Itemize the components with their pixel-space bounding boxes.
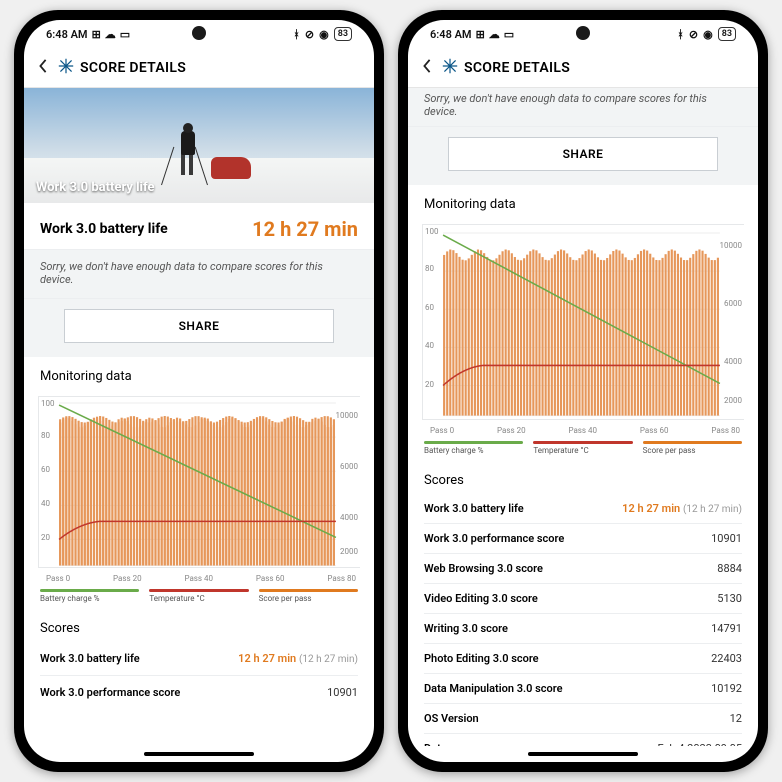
- content-area[interactable]: Sorry, we don't have enough data to comp…: [408, 88, 758, 746]
- back-icon[interactable]: [422, 58, 436, 77]
- scores-table-full: Work 3.0 battery life 12 h 27 min (12 h 2…: [408, 494, 758, 746]
- score-value: 10901: [327, 686, 358, 699]
- phone-left: 6:48 AM ⊞ ☁ ▭ ᚼ ⊘ ◉ 83 SCORE DETAILS: [14, 10, 384, 772]
- no-sim-icon: ⊘: [305, 28, 314, 41]
- share-section: SHARE: [408, 127, 758, 185]
- score-key: Work 3.0 performance score: [424, 532, 564, 545]
- wifi-icon: ◉: [319, 28, 329, 41]
- score-value: 22403: [711, 652, 742, 665]
- score-key: Work 3.0 battery life: [424, 502, 524, 515]
- score-key: OS Version: [424, 712, 479, 725]
- scores-heading: Scores: [408, 461, 758, 494]
- table-row: Web Browsing 3.0 score 8884: [424, 553, 742, 583]
- status-icon-card: ▭: [120, 28, 130, 41]
- score-value: 12 h 27 min (12 h 27 min): [622, 502, 742, 515]
- bluetooth-icon: ᚼ: [677, 28, 684, 41]
- table-row: Photo Editing 3.0 score 22403: [424, 643, 742, 673]
- score-key: Work 3.0 battery life: [40, 652, 140, 665]
- status-icon-cloud: ☁: [489, 28, 500, 41]
- hero-caption: Work 3.0 battery life: [36, 180, 155, 195]
- scores-table-short: Work 3.0 battery life 12 h 27 min (12 h 2…: [24, 642, 374, 709]
- status-time: 6:48 AM: [430, 28, 472, 41]
- titlebar: SCORE DETAILS: [408, 48, 758, 88]
- chart-x-labels: Pass 0 Pass 20 Pass 40 Pass 60 Pass 80: [24, 572, 374, 585]
- result-name: Work 3.0 battery life: [40, 221, 168, 237]
- result-value: 12 h 27 min: [252, 217, 358, 241]
- back-icon[interactable]: [38, 58, 52, 77]
- chart-svg: [39, 397, 360, 570]
- chart-svg: [423, 225, 744, 422]
- battery-indicator: 83: [718, 27, 736, 41]
- score-value: 8884: [717, 562, 742, 575]
- score-value: 12: [730, 712, 742, 725]
- score-bars: [59, 418, 335, 566]
- snowflake-icon: [58, 58, 74, 78]
- content-area[interactable]: Work 3.0 battery life Work 3.0 battery l…: [24, 88, 374, 746]
- score-value: 12 h 27 min (12 h 27 min): [238, 652, 358, 665]
- screen: 6:48 AM ⊞ ☁ ▭ ᚼ ⊘ ◉ 83 SCORE DETAILS Sor…: [408, 20, 758, 762]
- chart-legend: Battery charge % Temperature °C Score pe…: [24, 585, 374, 609]
- no-data-notice: Sorry, we don't have enough data to comp…: [408, 88, 758, 127]
- status-icon-cloud: ☁: [105, 28, 116, 41]
- battery-indicator: 83: [334, 27, 352, 41]
- table-row: DateFeb 4 2023 09:05: [424, 733, 742, 746]
- bluetooth-icon: ᚼ: [293, 28, 300, 41]
- titlebar: SCORE DETAILS: [24, 48, 374, 88]
- score-key: Data Manipulation 3.0 score: [424, 682, 563, 695]
- table-row: Work 3.0 performance score 10901: [424, 523, 742, 553]
- status-icon-chip: ⊞: [476, 28, 485, 41]
- score-key: Writing 3.0 score: [424, 622, 508, 635]
- no-data-notice: Sorry, we don't have enough data to comp…: [24, 249, 374, 299]
- score-key: Video Editing 3.0 score: [424, 592, 538, 605]
- score-key: Photo Editing 3.0 score: [424, 652, 539, 665]
- table-row: Data Manipulation 3.0 score 10192: [424, 673, 742, 703]
- table-row: Video Editing 3.0 score 5130: [424, 583, 742, 613]
- monitoring-chart: 100 80 60 40 20 10000 6000 4000 2000: [38, 396, 360, 568]
- score-value: 14791: [711, 622, 742, 635]
- score-value: 5130: [717, 592, 742, 605]
- status-time: 6:48 AM: [46, 28, 88, 41]
- table-row: Work 3.0 battery life 12 h 27 min (12 h 2…: [424, 494, 742, 523]
- nav-bar[interactable]: [24, 746, 374, 762]
- score-value: 10192: [711, 682, 742, 695]
- chart-x-labels: Pass 0 Pass 20 Pass 40 Pass 60 Pass 80: [408, 424, 758, 437]
- wifi-icon: ◉: [703, 28, 713, 41]
- status-icon-card: ▭: [504, 28, 514, 41]
- status-bar: 6:48 AM ⊞ ☁ ▭ ᚼ ⊘ ◉ 83: [24, 20, 374, 48]
- page-title: SCORE DETAILS: [80, 60, 186, 76]
- monitoring-heading: Monitoring data: [24, 357, 374, 390]
- hero-image: Work 3.0 battery life: [24, 88, 374, 203]
- score-value: 10901: [711, 532, 742, 545]
- screen: 6:48 AM ⊞ ☁ ▭ ᚼ ⊘ ◉ 83 SCORE DETAILS: [24, 20, 374, 762]
- table-row: Writing 3.0 score 14791: [424, 613, 742, 643]
- monitoring-heading: Monitoring data: [408, 185, 758, 218]
- status-bar: 6:48 AM ⊞ ☁ ▭ ᚼ ⊘ ◉ 83: [408, 20, 758, 48]
- page-title: SCORE DETAILS: [464, 60, 570, 76]
- share-button[interactable]: SHARE: [64, 309, 334, 343]
- score-key: Work 3.0 performance score: [40, 686, 180, 699]
- table-row: Work 3.0 battery life 12 h 27 min (12 h 2…: [40, 642, 358, 675]
- no-sim-icon: ⊘: [689, 28, 698, 41]
- snowflake-icon: [442, 58, 458, 78]
- table-row: OS Version 12: [424, 703, 742, 733]
- status-icon-chip: ⊞: [92, 28, 101, 41]
- table-row: Work 3.0 performance score 10901: [40, 675, 358, 709]
- score-key: Web Browsing 3.0 score: [424, 562, 543, 575]
- nav-bar[interactable]: [408, 746, 758, 762]
- chart-legend: Battery charge % Temperature °C Score pe…: [408, 437, 758, 461]
- result-row: Work 3.0 battery life 12 h 27 min: [24, 203, 374, 249]
- scores-heading: Scores: [24, 609, 374, 642]
- score-bars: [443, 249, 719, 415]
- phone-right: 6:48 AM ⊞ ☁ ▭ ᚼ ⊘ ◉ 83 SCORE DETAILS Sor…: [398, 10, 768, 772]
- share-section: SHARE: [24, 299, 374, 357]
- share-button[interactable]: SHARE: [448, 137, 718, 171]
- monitoring-chart: 100 80 60 40 20 10000 6000 4000 2000: [422, 224, 744, 420]
